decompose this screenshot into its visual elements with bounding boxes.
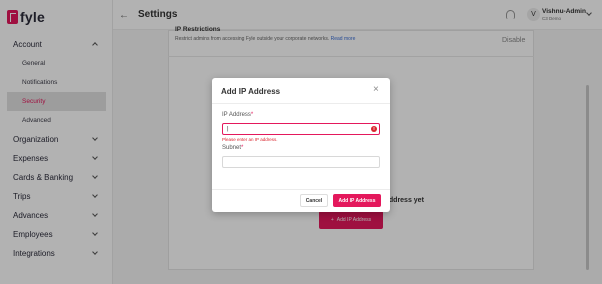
subnet-label-text: Subnet xyxy=(222,145,242,151)
add-ip-address-submit-button[interactable]: Add IP Address xyxy=(333,194,381,207)
modal-title: Add IP Address xyxy=(221,87,281,96)
error-icon: ! xyxy=(371,126,377,132)
ip-error-message: Please enter an IP address. xyxy=(222,137,278,142)
cancel-button[interactable]: Cancel xyxy=(300,194,328,207)
ip-address-label: IP Address* xyxy=(222,112,253,118)
ip-address-input[interactable] xyxy=(222,123,380,135)
divider xyxy=(212,189,390,190)
subnet-input[interactable] xyxy=(222,156,380,168)
add-ip-address-modal: Add IP Address × IP Address* ! Please en… xyxy=(212,78,390,212)
required-marker: * xyxy=(250,112,254,118)
ip-address-label-text: IP Address xyxy=(222,112,251,118)
required-marker: * xyxy=(241,145,244,151)
subnet-label: Subnet* xyxy=(222,145,243,151)
close-icon[interactable]: × xyxy=(373,85,379,95)
divider xyxy=(212,103,390,104)
